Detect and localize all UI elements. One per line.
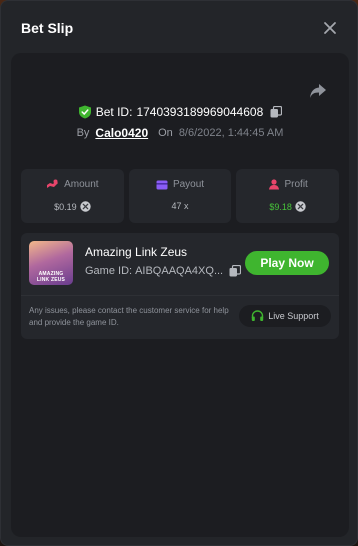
coin-icon[interactable] — [79, 201, 91, 212]
on-label: On — [158, 127, 173, 139]
username-link[interactable]: Calo0420 — [95, 126, 148, 140]
amount-icon — [47, 179, 59, 188]
bet-stats: Amount $0.19 Payout 47 x Profit $9.18 — [21, 169, 340, 223]
amount-label: Amount — [64, 179, 99, 190]
bet-details-panel: Bet ID: 1740393189969044608 By Calo0420 … — [11, 53, 349, 537]
modal-title: Bet Slip — [21, 20, 74, 36]
bet-author-row: By Calo0420 On 8/6/2022, 1:44:45 AM — [11, 126, 349, 140]
game-thumbnail[interactable]: AMAZING LINK ZEUS — [29, 241, 73, 285]
profit-value: $9.18 — [269, 201, 292, 212]
coin-icon[interactable] — [295, 201, 306, 212]
support-notice: Any issues, please contact the customer … — [29, 306, 229, 327]
modal-header: Bet Slip — [1, 1, 357, 55]
profit-icon — [268, 179, 279, 190]
profit-label: Profit — [284, 179, 308, 190]
bet-id-value: 1740393189969044608 — [136, 105, 264, 119]
game-id-label: Game ID: — [85, 265, 133, 277]
by-label: By — [76, 127, 90, 139]
bet-date: 8/6/2022, 1:44:45 AM — [178, 127, 284, 139]
live-support-label: Live Support — [268, 311, 319, 321]
shield-check-icon — [78, 105, 91, 119]
payout-stat: Payout 47 x — [128, 169, 232, 223]
headset-icon — [252, 310, 264, 321]
share-icon[interactable] — [309, 83, 327, 99]
close-icon[interactable] — [321, 19, 339, 37]
thumbnail-caption: AMAZING LINK ZEUS — [36, 271, 66, 283]
copy-icon[interactable] — [270, 106, 283, 118]
game-title: Amazing Link Zeus — [85, 245, 188, 259]
live-support-button[interactable]: Live Support — [239, 305, 331, 327]
payout-label: Payout — [172, 179, 205, 190]
bet-id-label: Bet ID: — [95, 105, 133, 119]
play-now-button[interactable]: Play Now — [245, 251, 329, 275]
divider — [21, 295, 339, 296]
profit-stat: Profit $9.18 — [236, 169, 340, 223]
copy-icon[interactable] — [229, 265, 242, 277]
bet-id-row: Bet ID: 1740393189969044608 — [11, 105, 349, 119]
game-card: AMAZING LINK ZEUS Amazing Link Zeus Game… — [21, 233, 339, 339]
amount-stat: Amount $0.19 — [21, 169, 124, 223]
bet-slip-modal: Bet Slip Bet ID: 1740393189969044608 By … — [0, 0, 358, 546]
amount-value: $0.19 — [54, 201, 77, 212]
payout-value: 47 x — [171, 201, 189, 211]
game-id-value: AIBQAAQA4XQ... — [135, 265, 224, 277]
game-id-row: Game ID: AIBQAAQA4XQ... — [85, 265, 242, 277]
payout-icon — [156, 180, 168, 189]
